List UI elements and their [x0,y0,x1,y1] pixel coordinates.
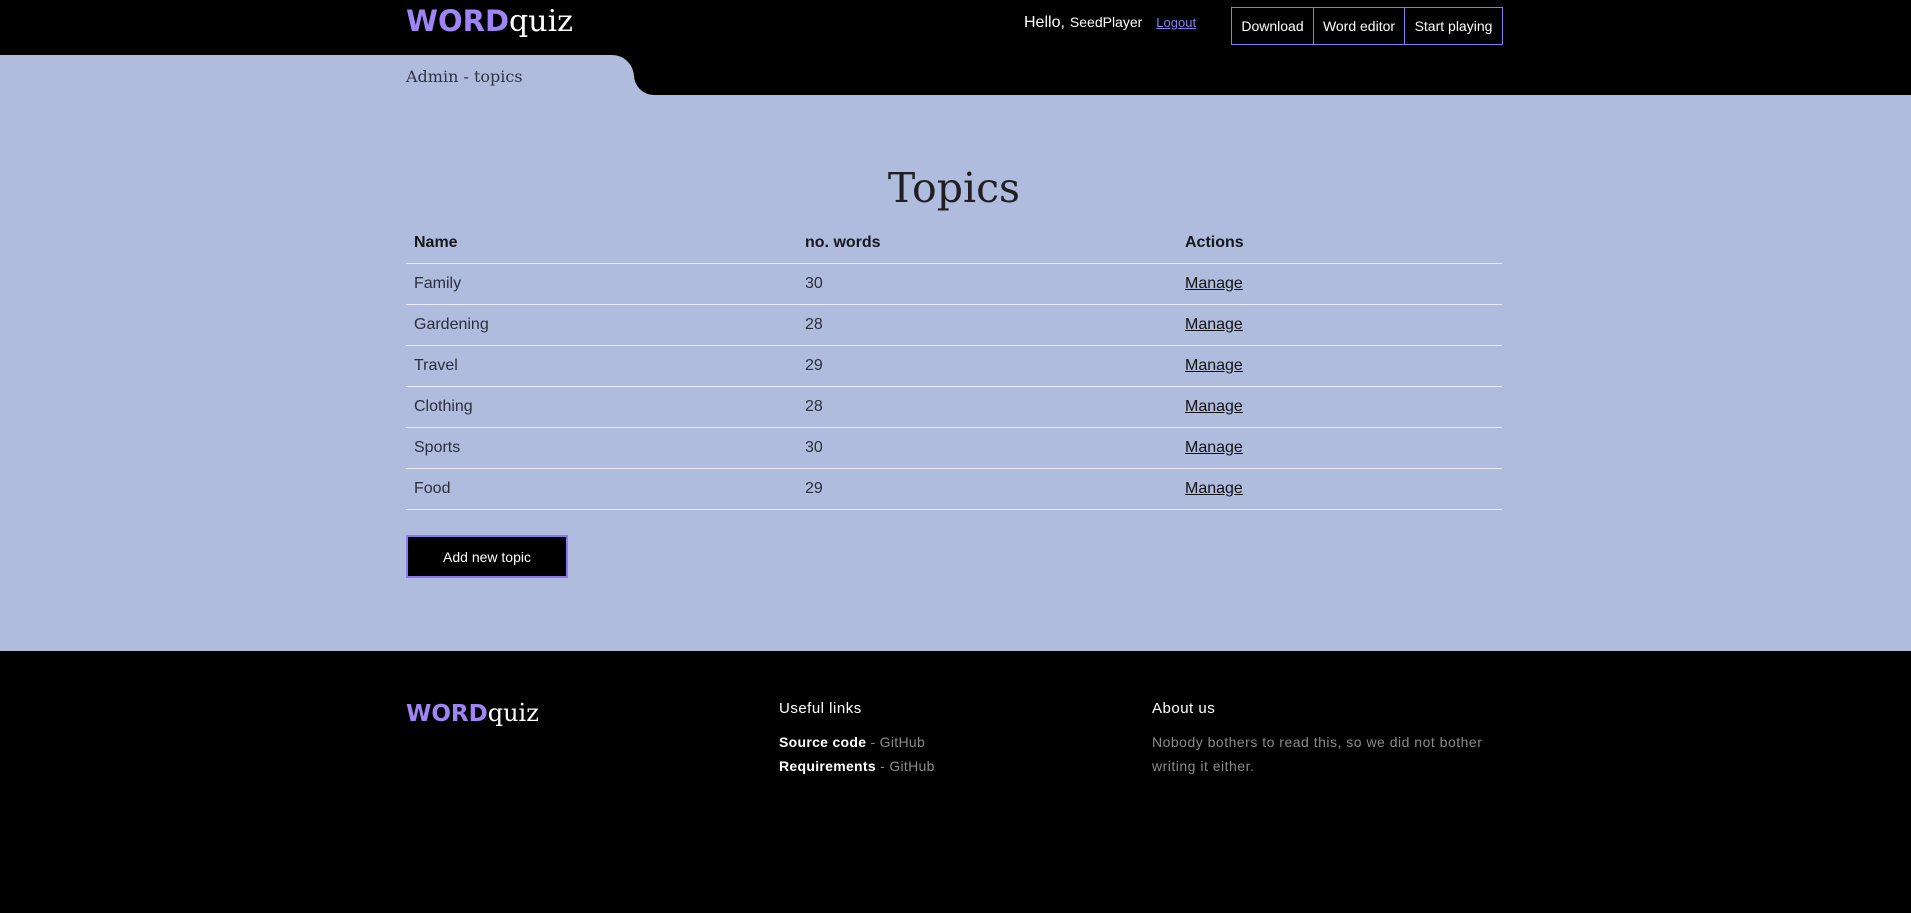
footer [0,651,1911,913]
footer-link-row: Requirements - GitHub [779,754,935,778]
footer-logo-word: WORD [406,701,488,727]
topic-actions: Manage [1177,263,1502,305]
useful-links-heading: Useful links [779,700,862,717]
manage-link[interactable]: Manage [1185,480,1243,497]
greeting-hello: Hello, [1024,14,1065,31]
requirements-github-link[interactable]: GitHub [889,758,934,774]
manage-link[interactable]: Manage [1185,398,1243,415]
column-header-words: no. words [797,223,1177,264]
table-row: Gardening 28 Manage [406,304,1502,346]
header: WORD quiz Hello, SeedPlayer Logout Downlo… [0,0,1911,55]
topic-word-count: 28 [797,304,1177,346]
column-header-name: Name [406,223,797,264]
table-header-row: Name no. words Actions [406,223,1502,264]
topic-actions: Manage [1177,304,1502,346]
table-row: Sports 30 Manage [406,427,1502,469]
topic-actions: Manage [1177,468,1502,510]
logout-link[interactable]: Logout [1156,15,1196,30]
user-greeting: Hello, SeedPlayer Logout [1024,14,1196,36]
logo-quiz: quiz [509,4,573,39]
topic-word-count: 29 [797,468,1177,510]
word-editor-button[interactable]: Word editor [1313,8,1404,44]
username: SeedPlayer [1069,14,1143,30]
table-row: Travel 29 Manage [406,345,1502,387]
page: WORD quiz Hello, SeedPlayer Logout Downlo… [0,0,1911,913]
footer-link-label: Requirements [779,758,876,774]
footer-link-separator: - [875,758,890,774]
topic-actions: Manage [1177,386,1502,428]
manage-link[interactable]: Manage [1185,316,1243,333]
topic-word-count: 30 [797,263,1177,305]
download-button[interactable]: Download [1232,8,1313,44]
topic-name: Family [406,263,797,305]
source-code-github-link[interactable]: GitHub [880,734,925,750]
footer-link-label: Source code [779,734,867,750]
topics-table: Name no. words Actions Family 30 Manage … [406,223,1502,510]
topic-actions: Manage [1177,427,1502,469]
topic-name: Clothing [406,386,797,428]
topic-actions: Manage [1177,345,1502,387]
manage-link[interactable]: Manage [1185,275,1243,292]
table-row: Clothing 28 Manage [406,386,1502,428]
add-topic-button[interactable]: Add new topic [406,535,568,578]
topic-word-count: 28 [797,386,1177,428]
footer-logo-quiz: quiz [487,699,539,727]
footer-logo[interactable]: WORD quiz [406,699,539,727]
topic-word-count: 29 [797,345,1177,387]
footer-link-row: Source code - GitHub [779,730,935,754]
manage-link[interactable]: Manage [1185,439,1243,456]
topic-name: Food [406,468,797,510]
page-title: Topics [887,164,1021,212]
table-row: Food 29 Manage [406,468,1502,510]
footer-useful-links: Useful links Source code - GitHub Requir… [779,700,935,778]
topic-word-count: 30 [797,427,1177,469]
table-row: Family 30 Manage [406,263,1502,305]
logo[interactable]: WORD quiz [406,4,573,44]
about-heading: About us [1152,700,1216,717]
footer-link-separator: - [866,734,880,750]
tab-notch [612,55,634,77]
start-playing-button[interactable]: Start playing [1404,8,1502,44]
topic-name: Travel [406,345,797,387]
breadcrumb: Admin - topics [406,67,523,86]
header-tab-shape [634,55,1911,95]
main-nav: Download Word editor Start playing [1231,7,1503,45]
logo-word: WORD [406,4,510,38]
about-text: Nobody bothers to read this, so we did n… [1152,734,1483,774]
footer-about: About us Nobody bothers to read this, so… [1152,700,1492,778]
column-header-actions: Actions [1177,223,1502,264]
topic-name: Gardening [406,304,797,346]
topic-name: Sports [406,427,797,469]
manage-link[interactable]: Manage [1185,357,1243,374]
